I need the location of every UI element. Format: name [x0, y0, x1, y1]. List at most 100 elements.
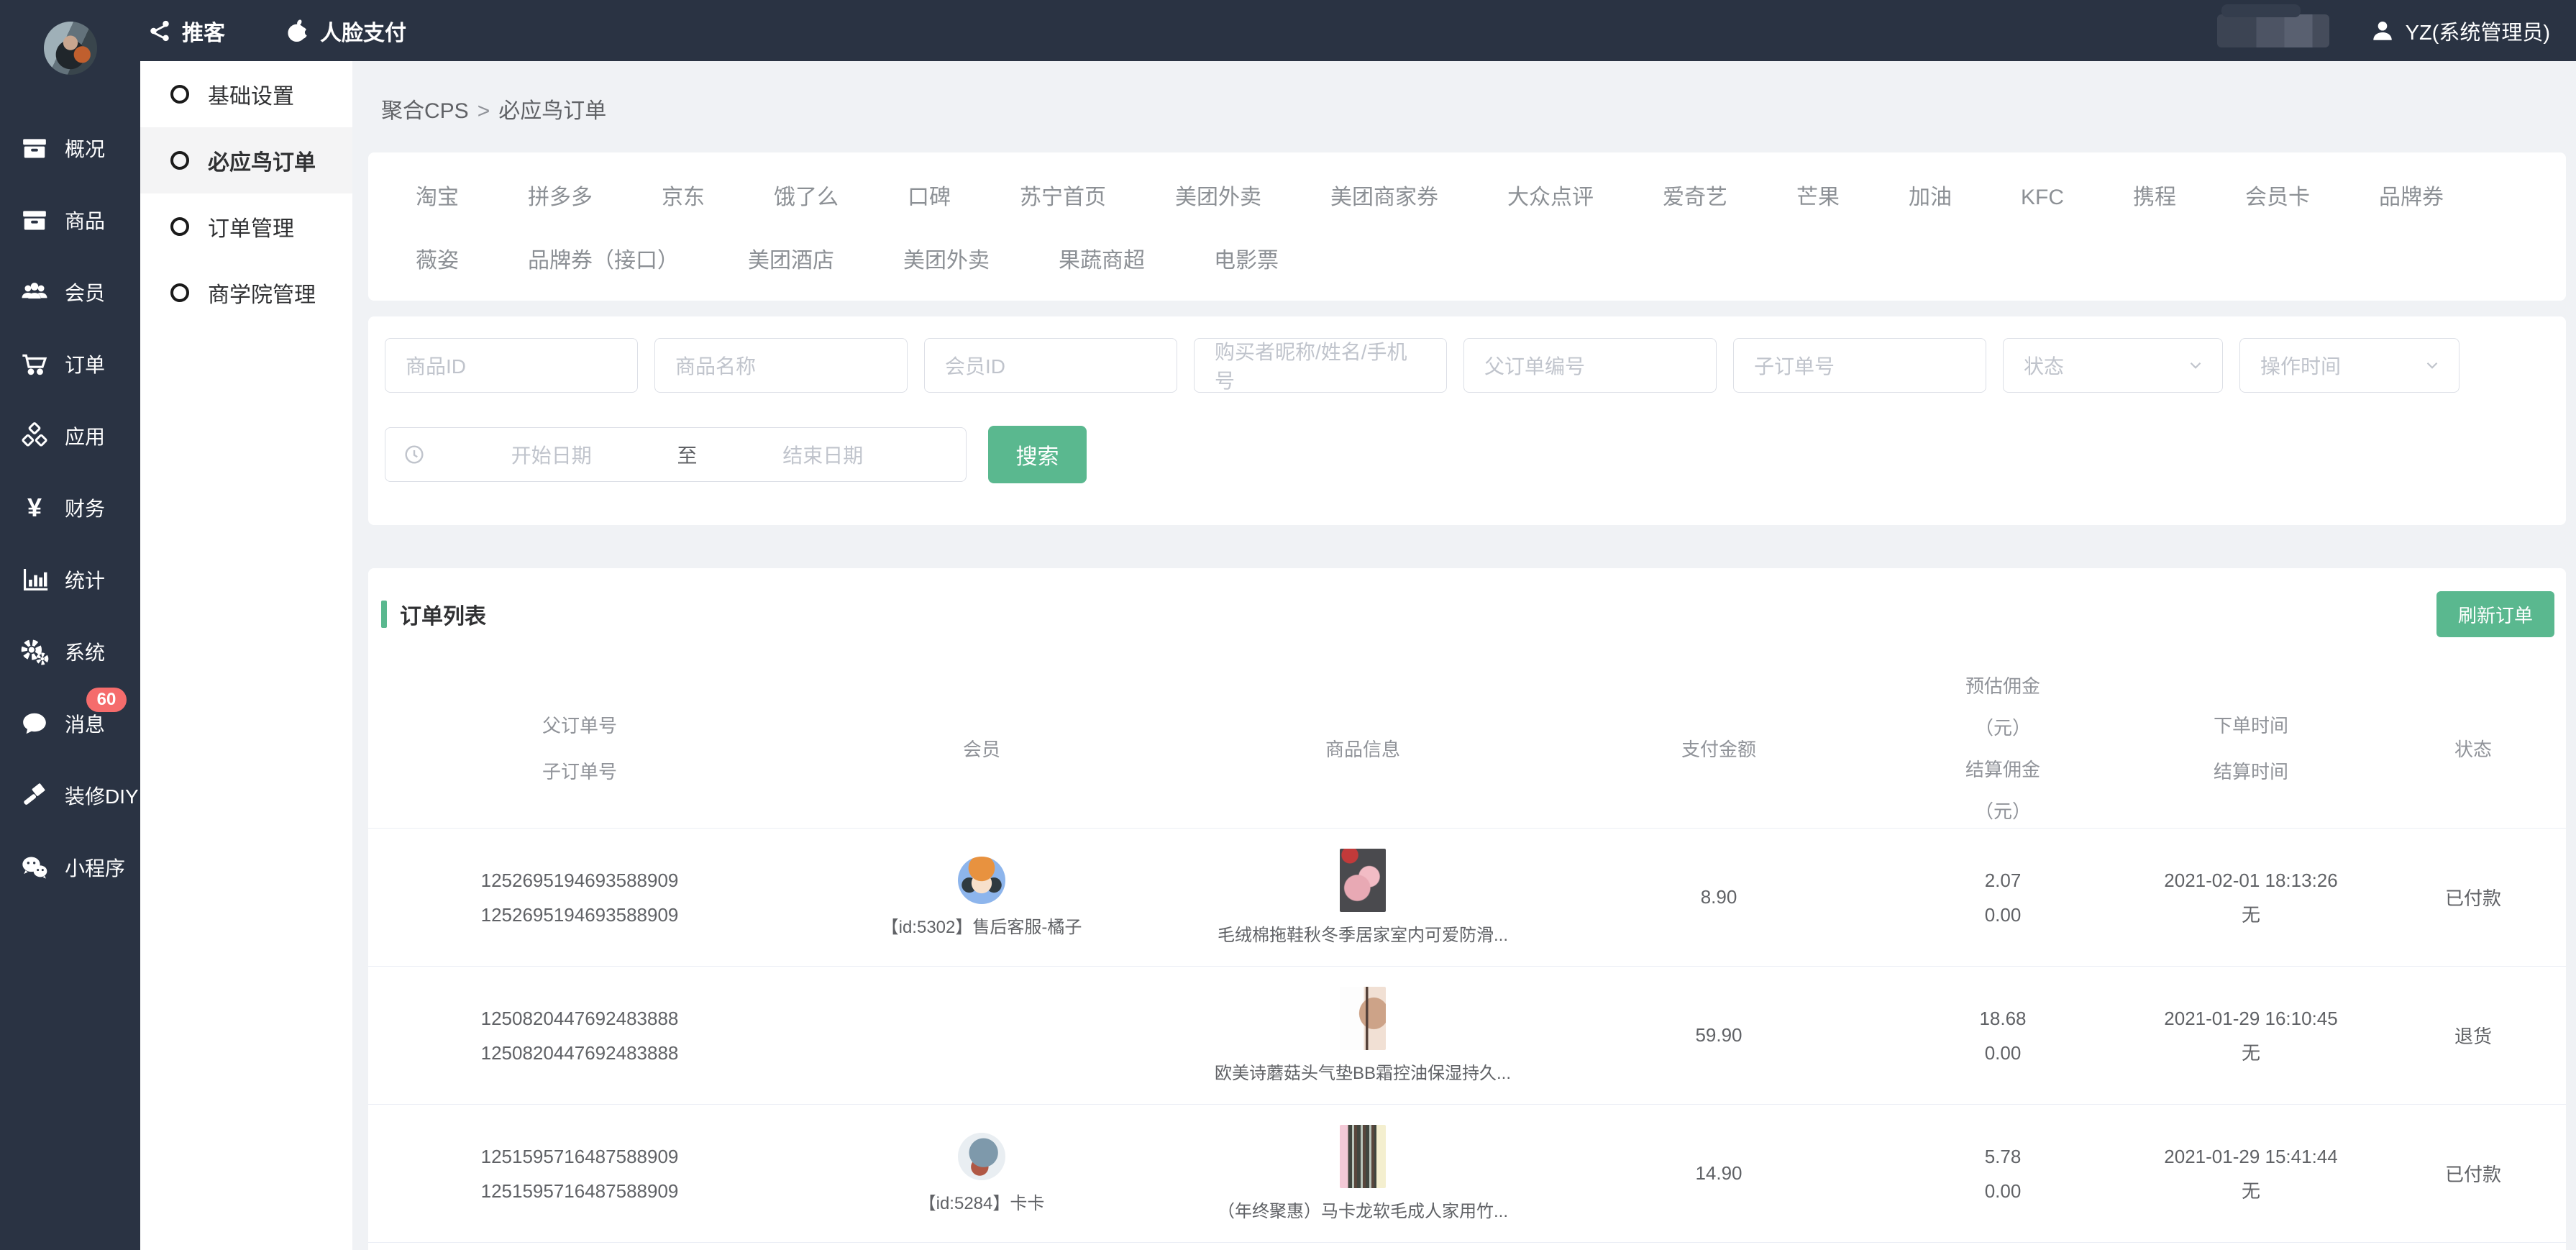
submenu-item-basic-settings[interactable]: 基础设置	[140, 61, 352, 127]
tab-iqiyi[interactable]: 爱奇艺	[1663, 183, 1727, 213]
radio-circle-icon	[170, 217, 189, 236]
date-range-picker[interactable]: 开始日期 至 结束日期	[385, 427, 967, 482]
search-button[interactable]: 搜索	[988, 426, 1087, 483]
sidebar-item-decorate-diy[interactable]: 装修DIY	[0, 759, 140, 831]
col-times: 下单时间结算时间	[2121, 669, 2380, 828]
sidebar-item-label: 会员	[65, 278, 105, 306]
settled-commission: 0.00	[1985, 1174, 2022, 1208]
pay-amount: 59.90	[1553, 967, 1884, 1104]
top-nav-face-pay[interactable]: 人脸支付	[286, 15, 406, 47]
tab-mango[interactable]: 芒果	[1796, 183, 1840, 213]
tab-brand-coupon[interactable]: 品牌券	[2379, 183, 2444, 213]
secondary-sidebar: 基础设置 必应鸟订单 订单管理 商学院管理	[140, 61, 352, 1250]
sidebar-item-label: 财务	[65, 493, 105, 522]
sub-order-no-input[interactable]: 子订单号	[1733, 338, 1986, 393]
sidebar-item-system[interactable]: 系统	[0, 616, 140, 688]
sidebar-item-statistics[interactable]: 统计	[0, 544, 140, 616]
placeholder: 商品ID	[406, 351, 466, 380]
sidebar-item-miniprogram[interactable]: 小程序	[0, 831, 140, 903]
tab-movie-ticket[interactable]: 电影票	[1214, 246, 1279, 276]
refresh-orders-button[interactable]: 刷新订单	[2436, 591, 2554, 637]
operate-time-select[interactable]: 操作时间	[2239, 338, 2459, 393]
pay-amount: 14.90	[1553, 1105, 1884, 1242]
col-amount: 支付金额	[1553, 669, 1884, 828]
settle-time: 无	[2164, 898, 2337, 932]
top-nav-tuike[interactable]: 推客	[147, 15, 225, 47]
tab-kfc[interactable]: KFC	[2021, 183, 2064, 213]
tab-brand-coupon-api[interactable]: 品牌券（接口）	[528, 246, 679, 276]
tab-meituan-waimai-2[interactable]: 美团外卖	[903, 246, 990, 276]
tab-meituan-merchant-coupon[interactable]: 美团商家券	[1330, 183, 1438, 213]
tab-eleme[interactable]: 饿了么	[774, 183, 839, 213]
cart-icon	[20, 350, 49, 378]
buyer-input[interactable]: 购买者昵称/姓名/手机号	[1194, 338, 1447, 393]
col-commission: 预估佣金 （元） 结算佣金 （元）	[1884, 669, 2121, 828]
sidebar-item-orders[interactable]: 订单	[0, 328, 140, 400]
submenu-item-order-management[interactable]: 订单管理	[140, 193, 352, 260]
submenu-item-label: 必应鸟订单	[208, 145, 316, 176]
sidebar-item-label: 装修DIY	[65, 781, 139, 810]
parent-order-no: 1252695194693588909	[481, 863, 679, 898]
tab-suning[interactable]: 苏宁首页	[1020, 183, 1106, 213]
order-time: 2021-01-29 16:10:45	[2164, 1001, 2337, 1036]
breadcrumb-separator: >	[478, 99, 490, 123]
sidebar-item-label: 商品	[65, 206, 105, 234]
sidebar-item-label: 统计	[65, 565, 105, 594]
radio-circle-icon	[170, 151, 189, 170]
placeholder: 操作时间	[2260, 351, 2341, 380]
sidebar-item-finance[interactable]: ¥ 财务	[0, 472, 140, 544]
tab-ctrip[interactable]: 携程	[2133, 183, 2176, 213]
user-menu[interactable]: YZ(系统管理员)	[2370, 16, 2550, 46]
product-image	[1340, 1125, 1386, 1188]
status-text: 退货	[2380, 967, 2566, 1104]
top-nav-label: 人脸支付	[320, 15, 406, 47]
box-icon	[20, 134, 49, 163]
user-label: YZ(系统管理员)	[2406, 16, 2550, 46]
tab-koubei[interactable]: 口碑	[908, 183, 951, 213]
top-bar-right: YZ(系统管理员)	[2217, 14, 2550, 47]
tab-jiayou[interactable]: 加油	[1909, 183, 1952, 213]
col-member: 会员	[791, 669, 1172, 828]
tab-meituan-waimai[interactable]: 美团外卖	[1175, 183, 1261, 213]
col-order-numbers: 父订单号子订单号	[368, 669, 791, 828]
product-id-input[interactable]: 商品ID	[385, 338, 638, 393]
member-id-input[interactable]: 会员ID	[924, 338, 1177, 393]
sidebar-item-goods[interactable]: 商品	[0, 184, 140, 256]
sidebar-item-apps[interactable]: 应用	[0, 400, 140, 472]
tab-weizi[interactable]: 薇姿	[416, 246, 459, 276]
submenu-item-bingbird-orders[interactable]: 必应鸟订单	[140, 127, 352, 193]
tab-jingdong[interactable]: 京东	[662, 183, 705, 213]
sidebar-item-messages[interactable]: 消息 60	[0, 688, 140, 759]
tab-meituan-hotel[interactable]: 美团酒店	[748, 246, 834, 276]
status-select[interactable]: 状态	[2003, 338, 2223, 393]
tab-membership-card[interactable]: 会员卡	[2245, 183, 2310, 213]
breadcrumb-current: 必应鸟订单	[498, 99, 606, 123]
sidebar-item-overview[interactable]: 概况	[0, 112, 140, 184]
comment-icon	[20, 709, 49, 738]
title-accent-bar	[381, 601, 387, 628]
submenu-item-label: 订单管理	[208, 211, 294, 242]
placeholder: 状态	[2024, 351, 2064, 380]
order-list-header: 订单列表 刷新订单	[368, 591, 2566, 637]
filter-row-1: 商品ID 商品名称 会员ID 购买者昵称/姓名/手机号 父订单编号 子订单号 状…	[385, 338, 2566, 393]
sidebar-item-members[interactable]: 会员	[0, 256, 140, 328]
submenu-item-label: 商学院管理	[208, 277, 316, 309]
avatar[interactable]	[44, 22, 97, 75]
tab-grocery[interactable]: 果蔬商超	[1059, 246, 1145, 276]
placeholder: 父订单编号	[1484, 351, 1585, 380]
tab-pinduoduo[interactable]: 拼多多	[528, 183, 593, 213]
parent-order-no: 1250820447692483888	[481, 1001, 679, 1036]
breadcrumb-parent[interactable]: 聚合CPS	[381, 99, 469, 123]
tab-dianping[interactable]: 大众点评	[1507, 183, 1594, 213]
redacted-text-blur	[2217, 14, 2329, 47]
bar-chart-icon	[20, 565, 49, 594]
submenu-item-academy-management[interactable]: 商学院管理	[140, 260, 352, 326]
member-label: 【id:5302】售后客服-橘子	[882, 913, 1082, 938]
apple-icon	[286, 19, 310, 43]
order-list-title: 订单列表	[400, 598, 486, 630]
top-nav: 推客 人脸支付	[147, 15, 406, 47]
tab-taobao[interactable]: 淘宝	[416, 183, 459, 213]
parent-order-no-input[interactable]: 父订单编号	[1463, 338, 1717, 393]
cubes-icon	[20, 421, 49, 450]
product-name-input[interactable]: 商品名称	[654, 338, 908, 393]
